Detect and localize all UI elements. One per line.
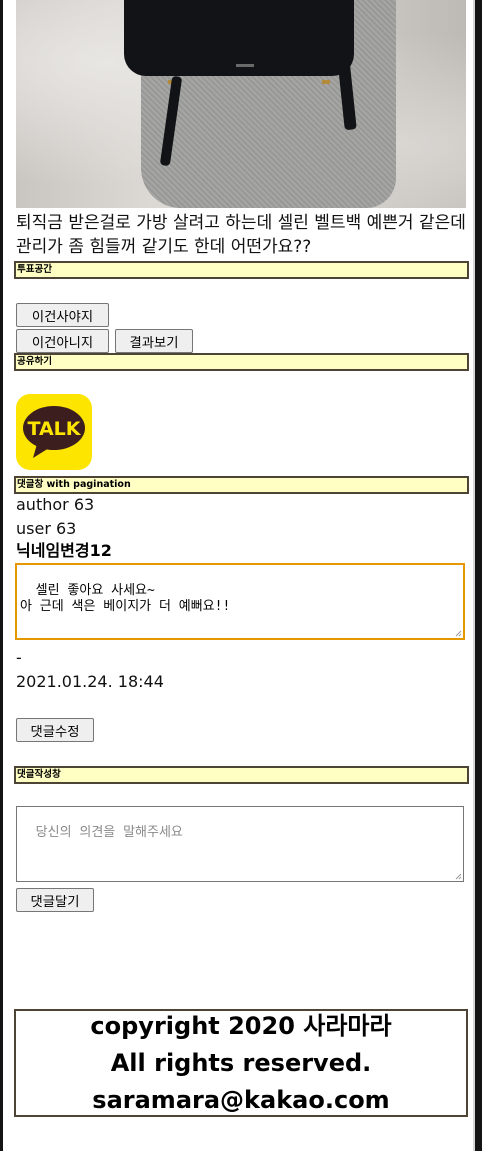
comment-nickname: 닉네임변경12 [16,541,112,560]
section-header-vote: 투표공간 [14,261,469,279]
section-header-write: 댓글작성창 [14,766,469,784]
comment-dash: - [16,648,22,667]
new-comment-textarea[interactable]: 당신의 의견을 말해주세요 [16,806,464,882]
submit-comment-button[interactable]: 댓글달기 [16,888,94,912]
page-frame-right [475,0,482,1151]
new-comment-placeholder: 당신의 의견을 말해주세요 [35,825,183,840]
footer: copyright 2020 사라마라 All rights reserved.… [14,1009,468,1117]
resize-handle-icon[interactable] [454,872,462,880]
footer-copyright: copyright 2020 사라마라 [90,1011,392,1040]
comment-timestamp: 2021.01.24. 18:44 [16,672,164,691]
kakao-share-button[interactable]: TALK [16,394,92,470]
section-header-comments: 댓글창 with pagination [14,476,469,494]
comment-edit-textarea[interactable]: 셀린 좋아요 사세요~ 아 근데 색은 베이지가 더 예뻐요!! [15,563,465,640]
comment-author: author 63 [16,495,95,514]
view-results-button[interactable]: 결과보기 [115,329,193,353]
resize-handle-icon[interactable] [454,629,462,637]
kakao-icon-label: TALK [27,418,81,440]
post-image [16,0,466,208]
section-header-share: 공유하기 [14,353,469,371]
kakao-talk-icon: TALK [23,406,85,458]
comment-user: user 63 [16,519,77,538]
page-frame-left [0,0,3,1151]
vote-no-button[interactable]: 이건아니지 [16,329,109,353]
post-title: 퇴직금 받은걸로 가방 살려고 하는데 셀린 벨트백 예쁜거 같은데 관리가 좀… [16,213,466,257]
footer-email: saramara@kakao.com [92,1085,390,1114]
edit-comment-button[interactable]: 댓글수정 [16,718,94,742]
comment-content: 셀린 좋아요 사세요~ 아 근데 색은 베이지가 더 예뻐요!! [20,583,231,614]
footer-rights: All rights reserved. [110,1048,372,1077]
vote-yes-button[interactable]: 이건사야지 [16,303,109,327]
